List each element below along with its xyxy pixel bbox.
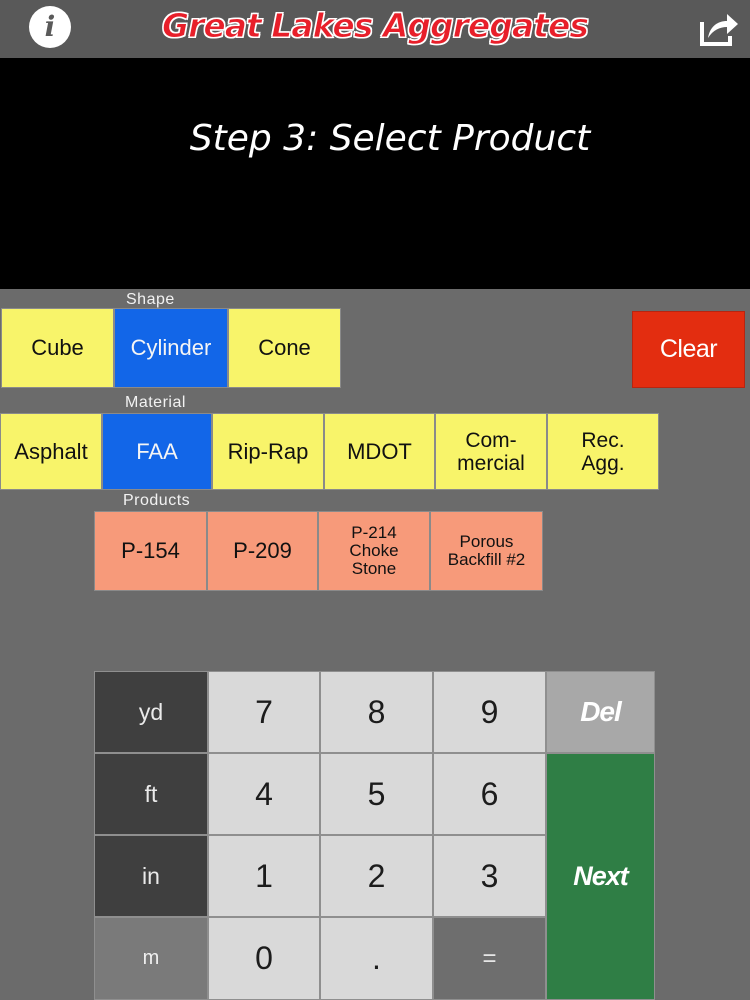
share-icon[interactable] <box>696 8 740 50</box>
material-mdot-button[interactable]: MDOT <box>324 413 435 490</box>
unit-m-key[interactable]: m <box>94 917 208 1000</box>
shape-cylinder-button[interactable]: Cylinder <box>114 308 228 388</box>
digit-0-key[interactable]: 0 <box>208 917 320 1000</box>
product-p209-button[interactable]: P-209 <box>207 511 318 591</box>
product-p154-button[interactable]: P-154 <box>94 511 207 591</box>
unit-yd-key[interactable]: yd <box>94 671 208 753</box>
top-bar: i Great Lakes Aggregates <box>0 0 750 58</box>
digit-2-key[interactable]: 2 <box>320 835 433 917</box>
clear-button[interactable]: Clear <box>632 311 745 388</box>
next-button[interactable]: Next <box>546 753 655 1000</box>
digit-4-key[interactable]: 4 <box>208 753 320 835</box>
products-label: Products <box>123 492 191 509</box>
material-label: Material <box>125 394 186 411</box>
delete-key[interactable]: Del <box>546 671 655 753</box>
digit-1-key[interactable]: 1 <box>208 835 320 917</box>
material-asphalt-button[interactable]: Asphalt <box>0 413 102 490</box>
material-commercial-button[interactable]: Com- mercial <box>435 413 547 490</box>
app-title: Great Lakes Aggregates <box>162 6 590 46</box>
shape-cube-button[interactable]: Cube <box>1 308 114 388</box>
material-faa-button[interactable]: FAA <box>102 413 212 490</box>
equals-key[interactable]: = <box>433 917 546 1000</box>
digit-6-key[interactable]: 6 <box>433 753 546 835</box>
shape-label: Shape <box>126 291 175 308</box>
digit-8-key[interactable]: 8 <box>320 671 433 753</box>
step-instruction: Step 3: Select Product <box>189 118 591 159</box>
unit-ft-key[interactable]: ft <box>94 753 208 835</box>
material-rip-rap-button[interactable]: Rip-Rap <box>212 413 324 490</box>
digit-3-key[interactable]: 3 <box>433 835 546 917</box>
decimal-point-key[interactable]: . <box>320 917 433 1000</box>
product-porous-backfill-2-button[interactable]: Porous Backfill #2 <box>430 511 543 591</box>
material-recycled-aggregate-button[interactable]: Rec. Agg. <box>547 413 659 490</box>
digit-7-key[interactable]: 7 <box>208 671 320 753</box>
shape-cone-button[interactable]: Cone <box>228 308 341 388</box>
digit-9-key[interactable]: 9 <box>433 671 546 753</box>
digit-5-key[interactable]: 5 <box>320 753 433 835</box>
unit-in-key[interactable]: in <box>94 835 208 917</box>
product-p214-choke-stone-button[interactable]: P-214 Choke Stone <box>318 511 430 591</box>
step-display: Step 3: Select Product <box>0 58 750 289</box>
